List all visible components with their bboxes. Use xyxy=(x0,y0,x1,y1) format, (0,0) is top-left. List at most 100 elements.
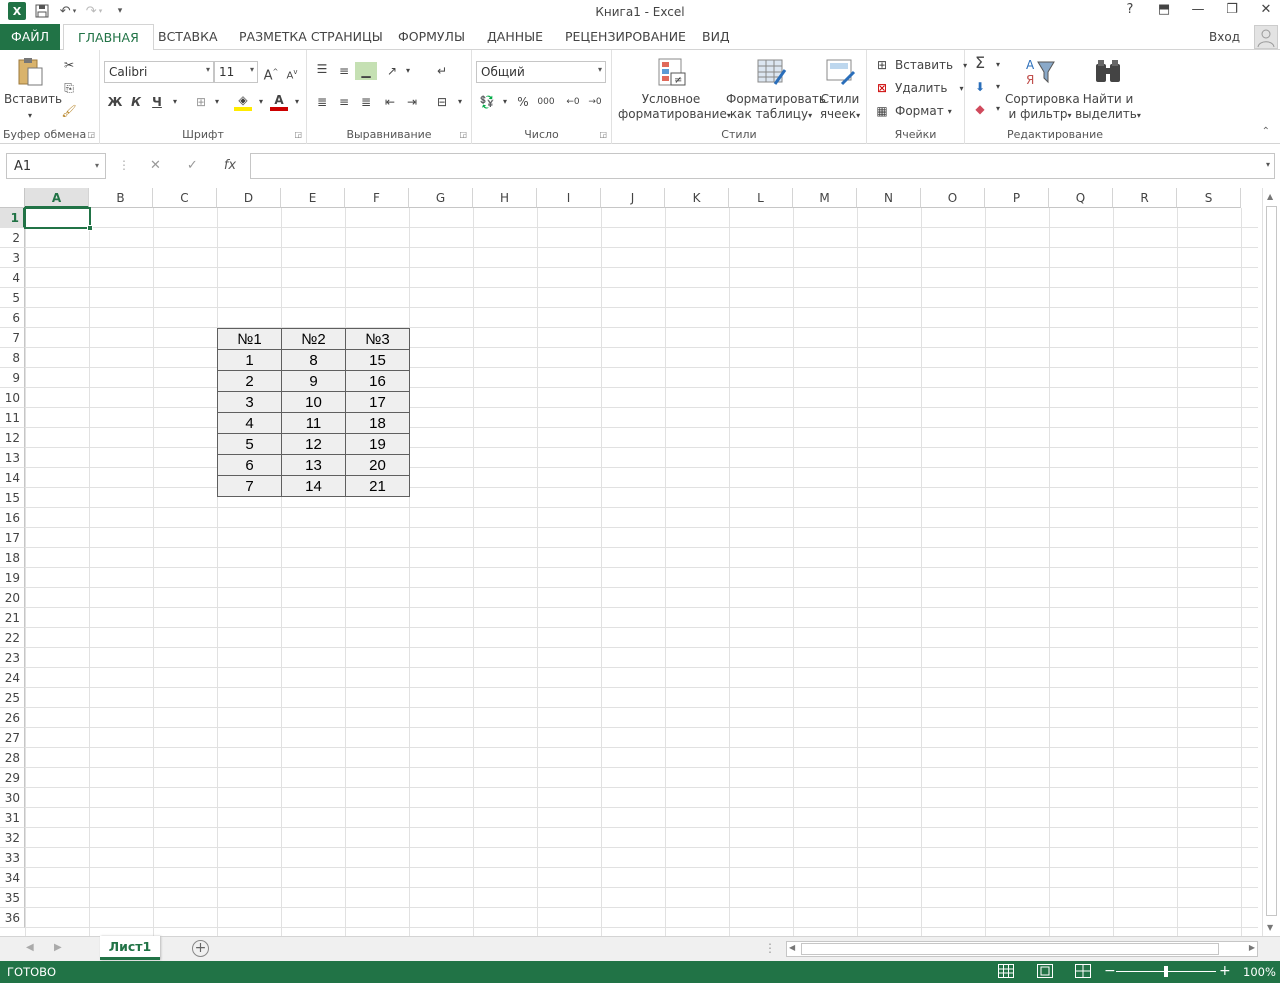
table-cell[interactable]: 10 xyxy=(281,391,346,413)
formula-input[interactable] xyxy=(250,153,1275,179)
table-header-cell[interactable]: №1 xyxy=(217,328,282,350)
table-cell[interactable]: 9 xyxy=(281,370,346,392)
row-header[interactable]: 10 xyxy=(0,388,25,408)
column-header-a[interactable]: A xyxy=(25,188,89,208)
decrease-indent-icon[interactable]: ⇤ xyxy=(381,93,399,111)
tab-review[interactable]: РЕЦЕНЗИРОВАНИЕ xyxy=(551,24,700,50)
merge-center-icon[interactable]: ⊟ xyxy=(433,93,451,111)
row-header[interactable]: 30 xyxy=(0,788,25,808)
font-color-dropdown-icon[interactable]: ▾ xyxy=(288,93,306,111)
row-header[interactable]: 12 xyxy=(0,428,25,448)
table-cell[interactable]: 4 xyxy=(217,412,282,434)
table-cell[interactable]: 12 xyxy=(281,433,346,455)
enter-icon[interactable]: ✓ xyxy=(187,158,198,173)
scroll-right-icon[interactable]: ▶ xyxy=(1249,943,1255,952)
vertical-scroll-thumb[interactable] xyxy=(1266,206,1277,916)
page-layout-view-icon[interactable] xyxy=(1037,964,1053,978)
cell-area[interactable] xyxy=(25,208,1258,936)
column-header-f[interactable]: F xyxy=(345,188,409,208)
row-header[interactable]: 35 xyxy=(0,888,25,908)
row-header[interactable]: 33 xyxy=(0,848,25,868)
number-launcher-icon[interactable]: ◲ xyxy=(599,130,607,139)
sheet-nav-right-icon[interactable]: ▶ xyxy=(54,942,62,953)
row-header[interactable]: 14 xyxy=(0,468,25,488)
row-header[interactable]: 25 xyxy=(0,688,25,708)
tab-split-grip-icon[interactable]: ⋮ xyxy=(764,941,776,955)
insert-cells-button[interactable]: ⊞ Вставить ▾ xyxy=(873,56,967,74)
row-header[interactable]: 16 xyxy=(0,508,25,528)
column-header-q[interactable]: Q xyxy=(1049,188,1113,208)
column-header-c[interactable]: C xyxy=(153,188,217,208)
row-header[interactable]: 9 xyxy=(0,368,25,388)
row-header[interactable]: 24 xyxy=(0,668,25,688)
table-header-cell[interactable]: №3 xyxy=(345,328,410,350)
clipboard-launcher-icon[interactable]: ◲ xyxy=(87,130,95,139)
sheet-nav-left-icon[interactable]: ◀ xyxy=(26,942,34,953)
alignment-launcher-icon[interactable]: ◲ xyxy=(459,130,467,139)
table-cell[interactable]: 18 xyxy=(345,412,410,434)
row-header[interactable]: 32 xyxy=(0,828,25,848)
tab-formulas[interactable]: ФОРМУЛЫ xyxy=(384,24,479,50)
row-header[interactable]: 13 xyxy=(0,448,25,468)
row-header[interactable]: 8 xyxy=(0,348,25,368)
help-icon[interactable]: ? xyxy=(1122,2,1138,17)
column-header-s[interactable]: S xyxy=(1177,188,1241,208)
horizontal-scroll-thumb[interactable] xyxy=(801,943,1219,955)
table-cell[interactable]: 11 xyxy=(281,412,346,434)
row-header[interactable]: 29 xyxy=(0,768,25,788)
column-header-p[interactable]: P xyxy=(985,188,1049,208)
column-header-e[interactable]: E xyxy=(281,188,345,208)
row-header[interactable]: 34 xyxy=(0,868,25,888)
row-header[interactable]: 7 xyxy=(0,328,25,348)
tab-data[interactable]: ДАННЫЕ xyxy=(473,24,557,50)
row-header[interactable]: 23 xyxy=(0,648,25,668)
row-header[interactable]: 5 xyxy=(0,288,25,308)
table-cell[interactable]: 7 xyxy=(217,475,282,497)
row-header[interactable]: 36 xyxy=(0,908,25,928)
column-header-d[interactable]: D xyxy=(217,188,281,208)
tab-insert[interactable]: ВСТАВКА xyxy=(144,24,232,50)
font-launcher-icon[interactable]: ◲ xyxy=(294,130,302,139)
add-sheet-icon[interactable]: + xyxy=(192,940,209,957)
autosum-icon[interactable]: Σ xyxy=(971,54,989,72)
fill-handle[interactable] xyxy=(87,225,93,231)
row-header[interactable]: 31 xyxy=(0,808,25,828)
column-header-g[interactable]: G xyxy=(409,188,473,208)
maximize-button[interactable]: ❐ xyxy=(1224,2,1240,17)
horizontal-scrollbar[interactable]: ◀ ▶ xyxy=(786,941,1258,957)
decrease-decimal-icon[interactable]: →0 xyxy=(586,93,604,111)
zoom-in-button[interactable]: + xyxy=(1219,963,1231,979)
close-button[interactable]: ✕ xyxy=(1258,2,1274,17)
table-cell[interactable]: 16 xyxy=(345,370,410,392)
decrease-font-icon[interactable]: Av xyxy=(283,63,301,81)
format-painter-icon[interactable]: 🖌 xyxy=(60,102,78,120)
increase-decimal-icon[interactable]: ←0 xyxy=(564,93,582,111)
row-header[interactable]: 2 xyxy=(0,228,25,248)
table-cell[interactable]: 21 xyxy=(345,475,410,497)
column-header-h[interactable]: H xyxy=(473,188,537,208)
format-as-table-button[interactable]: Форматировать как таблицу▾ xyxy=(726,56,826,123)
scroll-down-icon[interactable]: ▼ xyxy=(1267,923,1273,932)
column-header-l[interactable]: L xyxy=(729,188,793,208)
table-cell[interactable]: 17 xyxy=(345,391,410,413)
column-header-n[interactable]: N xyxy=(857,188,921,208)
increase-indent-icon[interactable]: ⇥ xyxy=(403,93,421,111)
name-box[interactable]: A1 ▾ xyxy=(6,153,106,179)
column-header-i[interactable]: I xyxy=(537,188,601,208)
align-bottom-icon[interactable]: ▁ xyxy=(355,62,377,80)
row-header[interactable]: 21 xyxy=(0,608,25,628)
format-cells-button[interactable]: ▦ Формат ▾ xyxy=(873,102,951,120)
clear-icon[interactable]: ◆ xyxy=(971,100,989,118)
row-header[interactable]: 18 xyxy=(0,548,25,568)
row-header[interactable]: 22 xyxy=(0,628,25,648)
column-header-r[interactable]: R xyxy=(1113,188,1177,208)
wrap-text-icon[interactable]: ↵ xyxy=(433,62,451,80)
expand-formula-bar-icon[interactable]: ▾ xyxy=(1266,160,1270,169)
tab-file[interactable]: ФАЙЛ xyxy=(0,24,60,50)
increase-font-icon[interactable]: A^ xyxy=(262,63,280,83)
table-cell[interactable]: 19 xyxy=(345,433,410,455)
orientation-dropdown-icon[interactable]: ▾ xyxy=(399,62,417,80)
fill-color-icon[interactable]: ◈ xyxy=(234,93,252,111)
paste-button[interactable]: Вставить ▾ xyxy=(4,56,62,123)
align-top-icon[interactable]: ☰ xyxy=(313,60,331,78)
